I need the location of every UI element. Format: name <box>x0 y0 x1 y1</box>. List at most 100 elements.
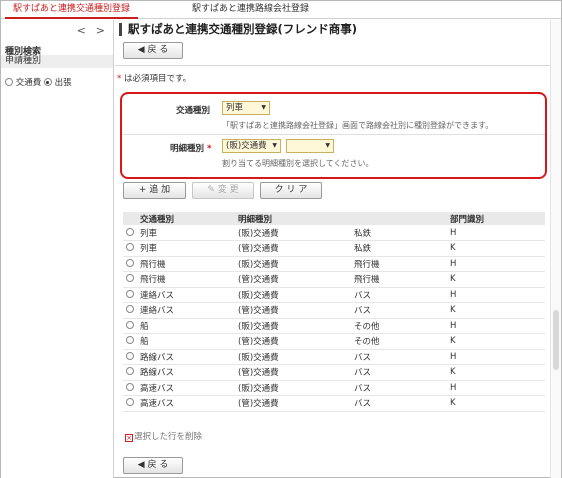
row-select-radio[interactable] <box>123 395 137 412</box>
table-cell: H <box>447 380 545 396</box>
radio-button[interactable] <box>126 258 134 267</box>
tab-transport-type[interactable]: 駅すぱあと連携交通種別登録 <box>5 1 139 19</box>
table-cell: (販)交通費 <box>235 380 351 396</box>
back-button-bottom[interactable]: ◀ 戻 る <box>123 457 183 474</box>
radio-button[interactable] <box>126 320 134 329</box>
table-cell: 飛行機 <box>137 256 235 272</box>
radio-button[interactable] <box>126 382 134 391</box>
table-row[interactable]: 列車 (管)交通費 私鉄 K <box>123 240 545 257</box>
entry-form: 交通種別 列車 ▼ 「駅すぱあと連携路線会社登録」画面で路線会社別に種別登録ができ… <box>120 92 547 179</box>
application-type-radios: 交通費 出張 <box>5 76 72 88</box>
table-cell: 飛行機 <box>137 271 235 288</box>
row-select-radio[interactable] <box>123 333 137 350</box>
transport-type-select[interactable]: 列車 ▼ <box>222 101 270 115</box>
table-cell: (管)交通費 <box>235 271 351 288</box>
left-pane: < > 種別検索 申請種別 交通費 出張 <box>1 20 114 478</box>
table-cell: H <box>447 349 545 365</box>
table-row[interactable]: 船 (販)交通費 その他 H <box>123 318 545 334</box>
table-row[interactable]: 高速バス (管)交通費 バス K <box>123 395 545 412</box>
radio-transport-label[interactable]: 交通費 <box>16 78 42 88</box>
change-button[interactable]: ✎ 変 更 <box>192 182 254 199</box>
required-mark: * <box>117 74 122 84</box>
row-select-radio[interactable] <box>123 302 137 319</box>
row-select-radio[interactable] <box>123 349 137 365</box>
form-divider <box>122 134 545 135</box>
main-content: 駅すぱあと連携交通種別登録(フレンド商事) ◀ 戻 る * は必須項目です。 交… <box>115 20 561 478</box>
table-cell: バス <box>351 380 447 396</box>
row-select-radio[interactable] <box>123 256 137 272</box>
radio-business-trip[interactable] <box>43 78 52 86</box>
table-cell: 船 <box>137 333 235 350</box>
chevron-right-icon[interactable]: > <box>96 24 105 37</box>
table-cell: (販)交通費 <box>235 256 351 272</box>
table-cell: H <box>447 318 545 334</box>
table-row[interactable]: 高速バス (販)交通費 バス H <box>123 380 545 396</box>
table-cell: K <box>447 395 545 412</box>
required-note: * は必須項目です。 <box>117 72 191 84</box>
clear-button[interactable]: ク リ ア <box>260 182 322 199</box>
table-row[interactable]: 連絡バス (販)交通費 バス H <box>123 287 545 303</box>
radio-button[interactable] <box>126 367 134 376</box>
detail-type-select[interactable]: (販)交通費 ▼ <box>222 139 281 153</box>
pane-nav: < > <box>67 24 105 37</box>
vertical-scrollbar[interactable] <box>550 20 561 478</box>
detail-type-value: (販)交通費 <box>226 141 267 151</box>
table-cell: (管)交通費 <box>235 302 351 319</box>
radio-button[interactable] <box>126 243 134 252</box>
table-cell: 列車 <box>137 240 235 257</box>
chevron-down-icon: ▼ <box>272 142 277 149</box>
table-cell: (販)交通費 <box>235 225 351 241</box>
detail-required-mark: * <box>206 144 212 154</box>
detail-type-label-text: 明細種別 <box>170 144 205 154</box>
tab-bar: 駅すぱあと連携交通種別登録 駅すぱあと連携路線会社登録 <box>1 1 561 19</box>
radio-business-trip-label[interactable]: 出張 <box>55 78 72 88</box>
detail-subtype-select[interactable]: ▼ <box>286 139 334 153</box>
chevron-down-icon: ▼ <box>261 104 266 111</box>
radio-button[interactable] <box>126 305 134 314</box>
detail-type-note: 割り当てる明細種別を選択してください。 <box>222 159 374 168</box>
row-select-radio[interactable] <box>123 318 137 334</box>
row-select-radio[interactable] <box>123 380 137 396</box>
table-cell: バス <box>351 349 447 365</box>
chevron-left-icon[interactable]: < <box>77 24 86 37</box>
radio-button[interactable] <box>126 336 134 345</box>
delete-selected-label: 選択した行を削除 <box>134 432 203 442</box>
table-row[interactable]: 路線バス (管)交通費 バス K <box>123 364 545 381</box>
add-button[interactable]: + 追 加 <box>123 182 186 199</box>
table-row[interactable]: 列車 (販)交通費 私鉄 H <box>123 225 545 241</box>
detail-type-label: 明細種別 * <box>170 142 211 154</box>
row-select-radio[interactable] <box>123 364 137 381</box>
table-cell: (販)交通費 <box>235 318 351 334</box>
radio-button[interactable] <box>126 398 134 407</box>
table-cell: 列車 <box>137 225 235 241</box>
chevron-down-icon: ▼ <box>325 142 330 149</box>
table-row[interactable]: 路線バス (販)交通費 バス H <box>123 349 545 365</box>
radio-button[interactable] <box>126 351 134 360</box>
table-cell: その他 <box>351 318 447 334</box>
radio-transport[interactable] <box>5 78 13 86</box>
table-cell: 高速バス <box>137 380 235 396</box>
table-row[interactable]: 連絡バス (管)交通費 バス K <box>123 302 545 319</box>
required-note-text: は必須項目です。 <box>123 74 192 84</box>
table-cell: H <box>447 225 545 241</box>
row-select-radio[interactable] <box>123 225 137 241</box>
scrollbar-thumb[interactable] <box>553 310 559 370</box>
tab-route-company[interactable]: 駅すぱあと連携路線会社登録 <box>184 1 317 19</box>
table-cell: (管)交通費 <box>235 240 351 257</box>
table-cell: (販)交通費 <box>235 349 351 365</box>
radio-button[interactable] <box>126 227 134 236</box>
radio-button[interactable] <box>126 274 134 283</box>
row-select-radio[interactable] <box>123 240 137 257</box>
table-cell: H <box>447 256 545 272</box>
delete-selected-link[interactable]: × 選択した行を削除 <box>125 430 202 442</box>
row-select-radio[interactable] <box>123 287 137 303</box>
row-select-radio[interactable] <box>123 271 137 288</box>
radio-button[interactable] <box>126 289 134 298</box>
table-row[interactable]: 飛行機 (管)交通費 飛行機 K <box>123 271 545 288</box>
table-row[interactable]: 船 (管)交通費 その他 K <box>123 333 545 350</box>
app-window: 駅すぱあと連携交通種別登録 駅すぱあと連携路線会社登録 < > 種別検索 申請種別… <box>0 0 562 478</box>
table-row[interactable]: 飛行機 (販)交通費 飛行機 H <box>123 256 545 272</box>
table-cell: 船 <box>137 318 235 334</box>
table-cell: 私鉄 <box>351 240 447 257</box>
back-button-top[interactable]: ◀ 戻 る <box>123 42 183 59</box>
